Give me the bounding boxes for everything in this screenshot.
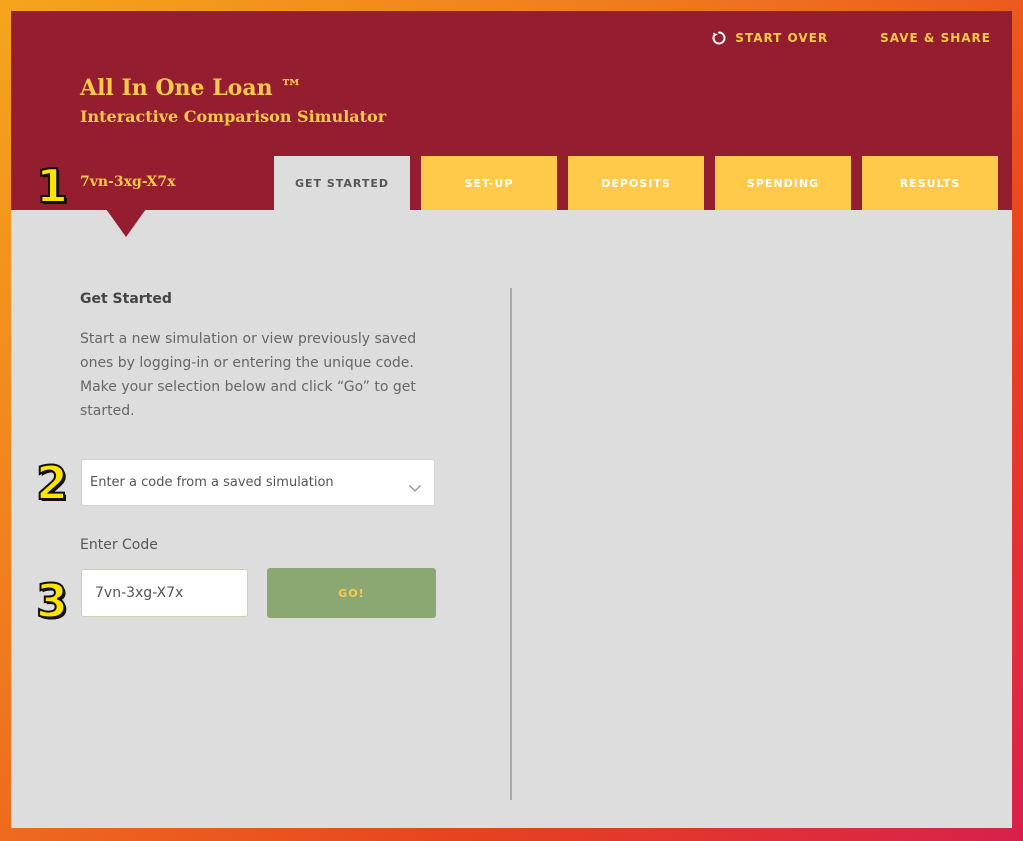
top-links: START OVER SAVE & SHARE xyxy=(711,30,991,46)
save-share-button[interactable]: SAVE & SHARE xyxy=(880,30,991,46)
app-header: START OVER SAVE & SHARE All In One Loan … xyxy=(11,11,1012,210)
annotation-badge-1: 1 xyxy=(35,159,69,213)
start-over-button[interactable]: START OVER xyxy=(711,30,828,46)
brand-subtitle: Interactive Comparison Simulator xyxy=(80,107,387,127)
tab-deposits[interactable]: DEPOSITS xyxy=(568,156,704,210)
code-input[interactable] xyxy=(81,569,248,617)
annotation-badge-2: 2 xyxy=(35,456,69,510)
brand: All In One Loan ™ Interactive Comparison… xyxy=(80,76,386,126)
go-button[interactable]: GO! xyxy=(267,568,436,618)
enter-code-label: Enter Code xyxy=(80,537,158,553)
panel-description: Start a new simulation or view previousl… xyxy=(80,331,417,419)
tab-get-started[interactable]: GET STARTED xyxy=(274,156,410,210)
app-frame: START OVER SAVE & SHARE All In One Loan … xyxy=(11,11,1012,828)
panel-divider xyxy=(510,288,512,800)
saved-simulation-select[interactable]: Enter a code from a saved simulation xyxy=(81,459,435,506)
refresh-icon xyxy=(711,30,727,46)
chevron-down-icon xyxy=(408,478,422,492)
tab-results[interactable]: RESULTS xyxy=(862,156,998,210)
brand-title: All In One Loan ™ xyxy=(80,75,303,101)
start-over-label: START OVER xyxy=(735,31,829,45)
select-value: Enter a code from a saved simulation xyxy=(90,475,334,490)
simulation-code: 7vn-3xg-X7x xyxy=(80,174,176,190)
step-tabs: GET STARTED SET-UP DEPOSITS SPENDING RES… xyxy=(274,156,998,210)
header-pointer xyxy=(106,209,146,237)
tab-set-up[interactable]: SET-UP xyxy=(421,156,557,210)
annotation-badge-3: 3 xyxy=(35,574,69,628)
save-share-label: SAVE & SHARE xyxy=(880,31,991,45)
tab-spending[interactable]: SPENDING xyxy=(715,156,851,210)
panel-title: Get Started xyxy=(80,291,172,307)
